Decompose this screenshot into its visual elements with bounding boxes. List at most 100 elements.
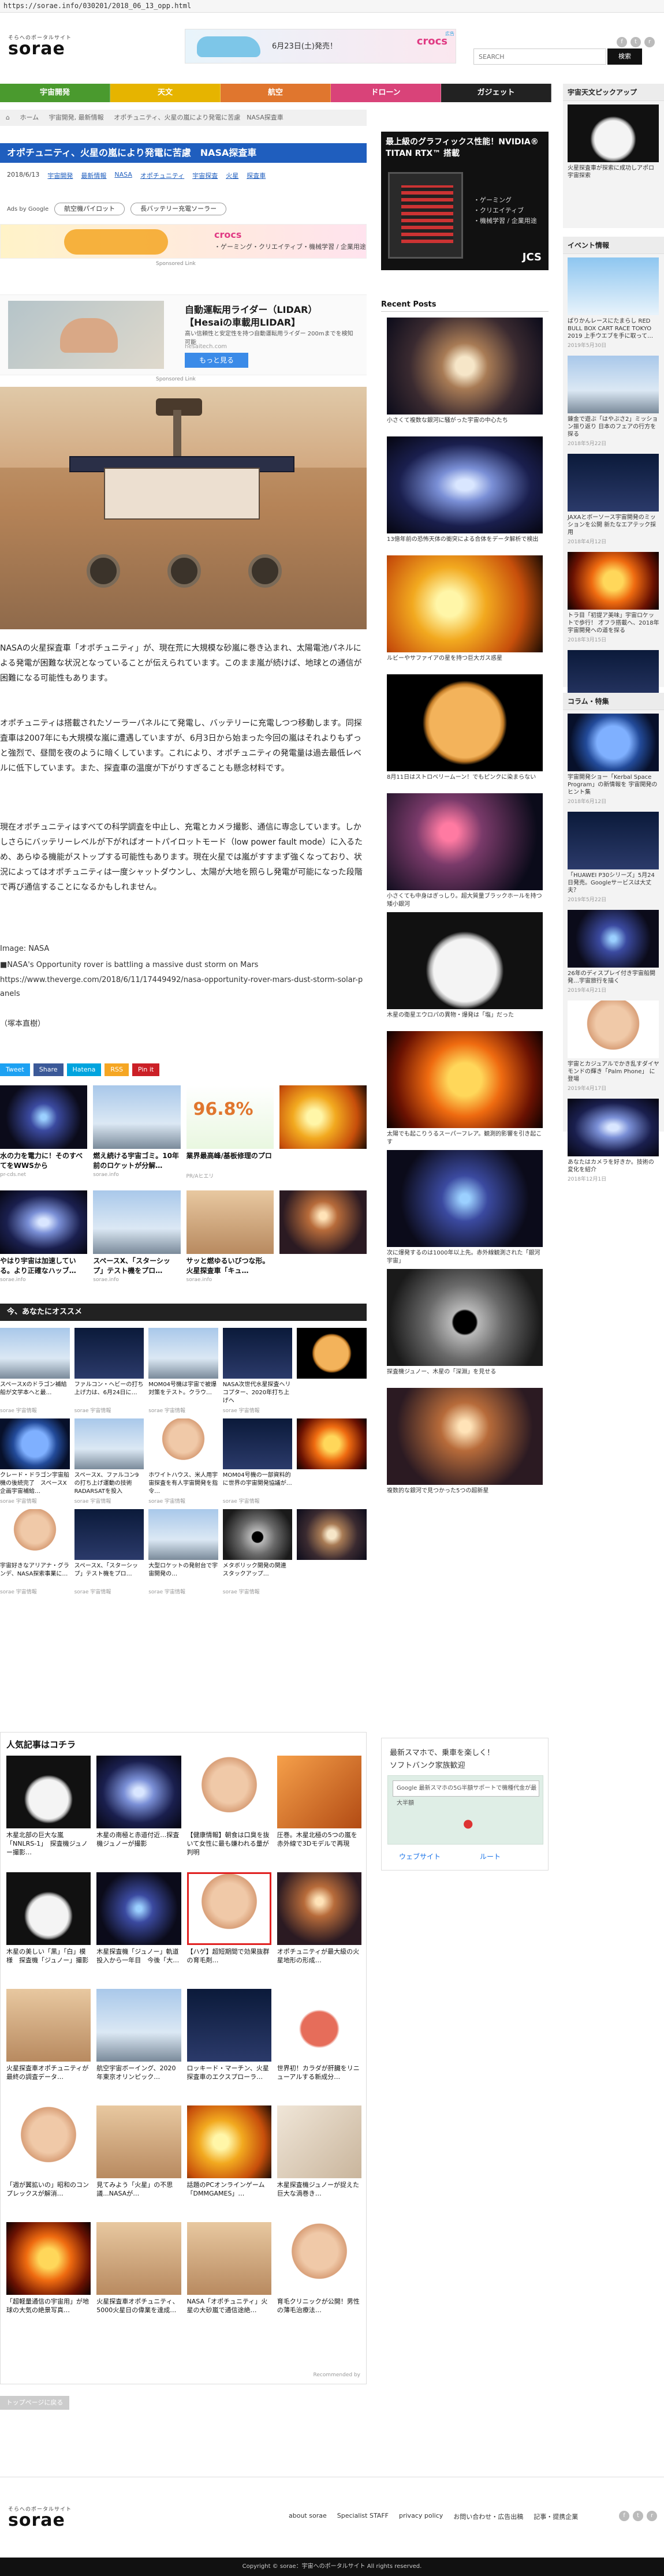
recent-post[interactable]: 太陽でも起こりうるスーパーフレア。観測的影響を引き起こす — [381, 1031, 549, 1147]
side-item[interactable]: 宇宙とカジュアルでかき乱すダイヤモンドの輝き「Palm Phone」 に登場 20… — [563, 997, 664, 1095]
recent-post[interactable]: 8月11日はストロベリームーン！でもピンクに染まらない — [381, 674, 549, 790]
nav-item-2[interactable]: 航空 — [221, 84, 331, 102]
header-ad-banner[interactable]: 6月23日(土)発売！ crocs 広告 — [185, 29, 456, 64]
related-card[interactable]: 「超軽量通信の宇宙用」が地球の大気の絶景写真… — [6, 2222, 91, 2332]
related-card[interactable]: 【健康情報】朝食は口臭を抜いて女性に最も嫌われる量が判明 — [186, 1756, 271, 1865]
related-card[interactable]: 燃え続ける宇宙ゴミ。10年前のロケットが分解… sorae.info — [93, 1085, 181, 1179]
related-card[interactable]: 見てみよう「火星」の不思議...NASAが… — [96, 2105, 181, 2215]
related-card[interactable]: 火星探査車オポチュニティが最終の調査データ… — [6, 1989, 91, 2099]
to-top-button[interactable]: トップページに戻る — [0, 2396, 69, 2410]
nav-item-1[interactable]: 天文 — [110, 84, 221, 102]
side-item[interactable]: 「HUAWEI P30シリーズ」5月24日発売。Googleサービスは大丈夫？ 2… — [563, 808, 664, 906]
facebook-icon[interactable]: f — [617, 37, 627, 47]
related-card[interactable] — [297, 1509, 367, 1595]
related-card[interactable]: 火星探査車オポチュニティ、5000火星日の偉業を達成… — [96, 2222, 181, 2332]
related-card[interactable]: NASA次世代水星探査ヘリコプター、2020年打ち上げへ sorae 宇宙情報 — [222, 1328, 293, 1414]
rss-icon[interactable]: r — [647, 2511, 657, 2521]
related-card[interactable]: NASA「オポチュニティ」火星の大砂嵐で通信途絶… — [186, 2222, 271, 2332]
recent-post[interactable]: 複数的な銀河で見つかった5つの超新星 — [381, 1388, 549, 1503]
share-button[interactable]: Tweet — [0, 1063, 30, 1076]
related-card[interactable]: 育毛クリニックが公開！男性の薄毛治療法… — [277, 2222, 361, 2332]
tag-link[interactable]: 火星 — [226, 171, 238, 180]
related-card[interactable] — [279, 1190, 367, 1283]
related-card[interactable]: スペースXのドラゴン補給船が文学本へと最… sorae 宇宙情報 — [0, 1328, 70, 1414]
related-card[interactable] — [297, 1418, 367, 1504]
related-card[interactable]: 大型ロケットの発射台で宇宙開発の… sorae 宇宙情報 — [148, 1509, 218, 1595]
twitter-icon[interactable]: t — [631, 37, 641, 47]
related-card[interactable]: スペースX、「スターシップ」テスト機をプロ… sorae 宇宙情報 — [74, 1509, 144, 1595]
inline-ad-banner[interactable]: crocs ・ゲーミング・クリエイティブ・機械学習 / 企業用途 — [0, 224, 367, 259]
source-url[interactable]: https://www.theverge.com/2018/6/11/17449… — [0, 973, 367, 1001]
related-card[interactable]: ファルコン・ヘビーの打ち上げ力は、6月24日に… sorae 宇宙情報 — [74, 1328, 144, 1414]
recent-post[interactable]: 13億年前の恐怖天体の衝突による合体をデータ解析で検出 — [381, 436, 549, 552]
recent-post[interactable]: 次に爆発するのは1000年以上先。赤外線観測された「銀河宇宙」 — [381, 1150, 549, 1265]
gpu-ad[interactable]: 最上級のグラフィックス性能！NVIDIA® TITAN RTX™ 搭載 ・ゲーミ… — [381, 132, 549, 270]
share-button[interactable]: Pin it — [132, 1063, 160, 1076]
side-item[interactable]: あなたはカメラを好きか。技術の変化を紹介 2018年12月1日 — [563, 1095, 664, 1186]
footer-link[interactable]: 記事・提携企業 — [534, 2512, 578, 2521]
related-card[interactable]: 96.8% 業界最高峰/基板修理のプロ PR/Aヒエリ — [186, 1085, 274, 1179]
related-card[interactable] — [297, 1328, 367, 1414]
nav-item-0[interactable]: 宇宙開発 — [0, 84, 110, 102]
footer-link[interactable]: Specialist STAFF — [337, 2512, 389, 2521]
source-title[interactable]: ■NASA's Opportunity rover is battling a … — [0, 958, 367, 972]
search-input[interactable] — [474, 49, 606, 64]
side-item[interactable]: 錬金で遊ぶ「はやぶさ2」ミッション振り返り 日本のフェアの行方を探る 2018年5… — [563, 352, 664, 450]
related-card[interactable]: 圧巻。木星北極の5つの嵐を赤外線で3Dモデルで再現 — [277, 1756, 361, 1865]
side-item[interactable]: トラ目「初提ア美味」宇宙ロケットで歩行！ 才フラ搭載へ、2018年宇宙開発への道… — [563, 548, 664, 647]
recent-post[interactable]: 探査機ジュノー、木星の「深淵」を見せる — [381, 1269, 549, 1384]
website-button[interactable]: ウェブサイト — [399, 1851, 441, 1861]
related-card[interactable]: 木星探査機「ジュノー」軌道投入から一年目 今後「大… — [96, 1872, 181, 1982]
related-card[interactable]: ホワイトハウス、米人用宇宙探査を有人宇宙開発を指令… sorae 宇宙情報 — [148, 1418, 218, 1504]
tag-link[interactable]: NASA — [114, 171, 132, 180]
side-item[interactable]: 火星探査車が探索に成功しアポロ宇宙探索 — [563, 101, 664, 183]
facebook-icon[interactable]: f — [619, 2511, 629, 2521]
related-card[interactable]: 「週が翼拡いの」昭和のコンプレックスが解消… — [6, 2105, 91, 2215]
share-button[interactable]: Hatena — [66, 1063, 102, 1076]
side-item[interactable]: JAXAとボーソース宇宙開発のミッションを公開 新たなエアテック採用 2018年4… — [563, 450, 664, 548]
recent-post[interactable]: ルビーやサファイアの星を持つ巨大ガス惑星 — [381, 555, 549, 671]
related-card[interactable]: スペースX、ファルコン9の打ち上げ運動の技術 RADARSATを投入 sorae … — [74, 1418, 144, 1504]
ad-pill[interactable]: 航空機パイロット — [54, 203, 125, 215]
breadcrumb-item[interactable]: 宇宙開発, 最新情報 — [49, 114, 104, 121]
related-card[interactable]: MOM04号機の一部資料的に世界の宇宙開発協議が… sorae 宇宙情報 — [222, 1418, 293, 1504]
related-card[interactable]: 木星北部の巨大な嵐「NNLRS-1」 探査機ジュノー撮影… — [6, 1756, 91, 1865]
related-card[interactable]: メタボリック開発の関連 スタックアップ… sorae 宇宙情報 — [222, 1509, 293, 1595]
site-logo[interactable]: そらへのポータルサイト sorae — [8, 33, 72, 58]
related-card[interactable]: クレード・ドラゴン宇宙船機の後続完了 スペースX企画宇宙補給… sorae 宇宙情… — [0, 1418, 70, 1504]
tag-link[interactable]: 探査車 — [247, 171, 266, 180]
related-card[interactable]: 【ハゲ】超短期間で効果抜群の育毛剤… — [186, 1872, 271, 1982]
related-card[interactable]: オポチュニティが最大級の火星地形の形成… — [277, 1872, 361, 1982]
breadcrumb-item[interactable]: ホーム — [20, 114, 39, 121]
related-card[interactable] — [279, 1085, 367, 1179]
side-item[interactable]: ぱりかんレースにたまらし RED BULL BOX CART RACE TOKY… — [563, 254, 664, 352]
recent-post[interactable]: 小さくても中身はぎっしり。超大質量ブラックホールを持つ矮小銀河 — [381, 793, 549, 909]
side-item[interactable]: 宇宙開発ショー「Kerbal Space Program」の新情報を 宇宙開発の… — [563, 710, 664, 808]
rss-icon[interactable]: r — [644, 37, 655, 47]
ad-pill[interactable]: 長バッテリー充電ソーラー — [130, 203, 227, 215]
related-card[interactable]: ロッキード・マーチン、火星探査車のエクスプローラ… — [186, 1989, 271, 2099]
tag-link[interactable]: オポチュニティ — [140, 171, 184, 180]
share-button[interactable]: Share — [33, 1063, 64, 1076]
search-field[interactable] — [473, 48, 606, 65]
home-icon[interactable]: ⌂ — [6, 114, 10, 121]
tag-link[interactable]: 最新情報 — [81, 171, 106, 180]
map-search-box[interactable]: Google 最新スマホの5G半額サポートで機種代金が最大半額 — [393, 1780, 539, 1806]
related-card[interactable]: スペースX、「スターシップ」テスト機をプロ… sorae.info — [93, 1190, 181, 1283]
related-card[interactable]: 水の力を電力に！そのすべてをWWSから pr-cds.net — [0, 1085, 88, 1179]
tag-link[interactable]: 宇宙探査 — [192, 171, 218, 180]
footer-link[interactable]: about sorae — [289, 2512, 327, 2521]
related-card[interactable]: サッと燃ゆるいびつな形。火星探査車「キュ… sorae.info — [186, 1190, 274, 1283]
route-button[interactable]: ルート — [480, 1851, 501, 1861]
recent-post[interactable]: 小さくて複数な銀河に騒がった宇宙の中心たち — [381, 318, 549, 433]
related-card[interactable]: 木星探査機ジュノーが捉えた巨大な渦巻き… — [277, 2105, 361, 2215]
related-card[interactable]: やはり宇宙は加速している。より正確なハッブ… sorae.info — [0, 1190, 88, 1283]
nav-item-3[interactable]: ドローン — [331, 84, 441, 102]
map-ad[interactable]: 最新スマホで、乗車を楽しく！ ソフトバンク家族歓迎 Google 最新スマホの5… — [381, 1738, 549, 1871]
ad-more-button[interactable]: もっと見る — [185, 353, 248, 368]
footer-link[interactable]: お問い合わせ・広告出稿 — [453, 2512, 523, 2521]
twitter-icon[interactable]: t — [633, 2511, 643, 2521]
related-card[interactable]: 航空宇宙ボーイング、2020年東京オリンピック… — [96, 1989, 181, 2099]
tag-link[interactable]: 宇宙開発 — [47, 171, 73, 180]
related-card[interactable]: 木星の美しい「黒」「白」模様 探査機「ジュノー」撮影 — [6, 1872, 91, 1982]
